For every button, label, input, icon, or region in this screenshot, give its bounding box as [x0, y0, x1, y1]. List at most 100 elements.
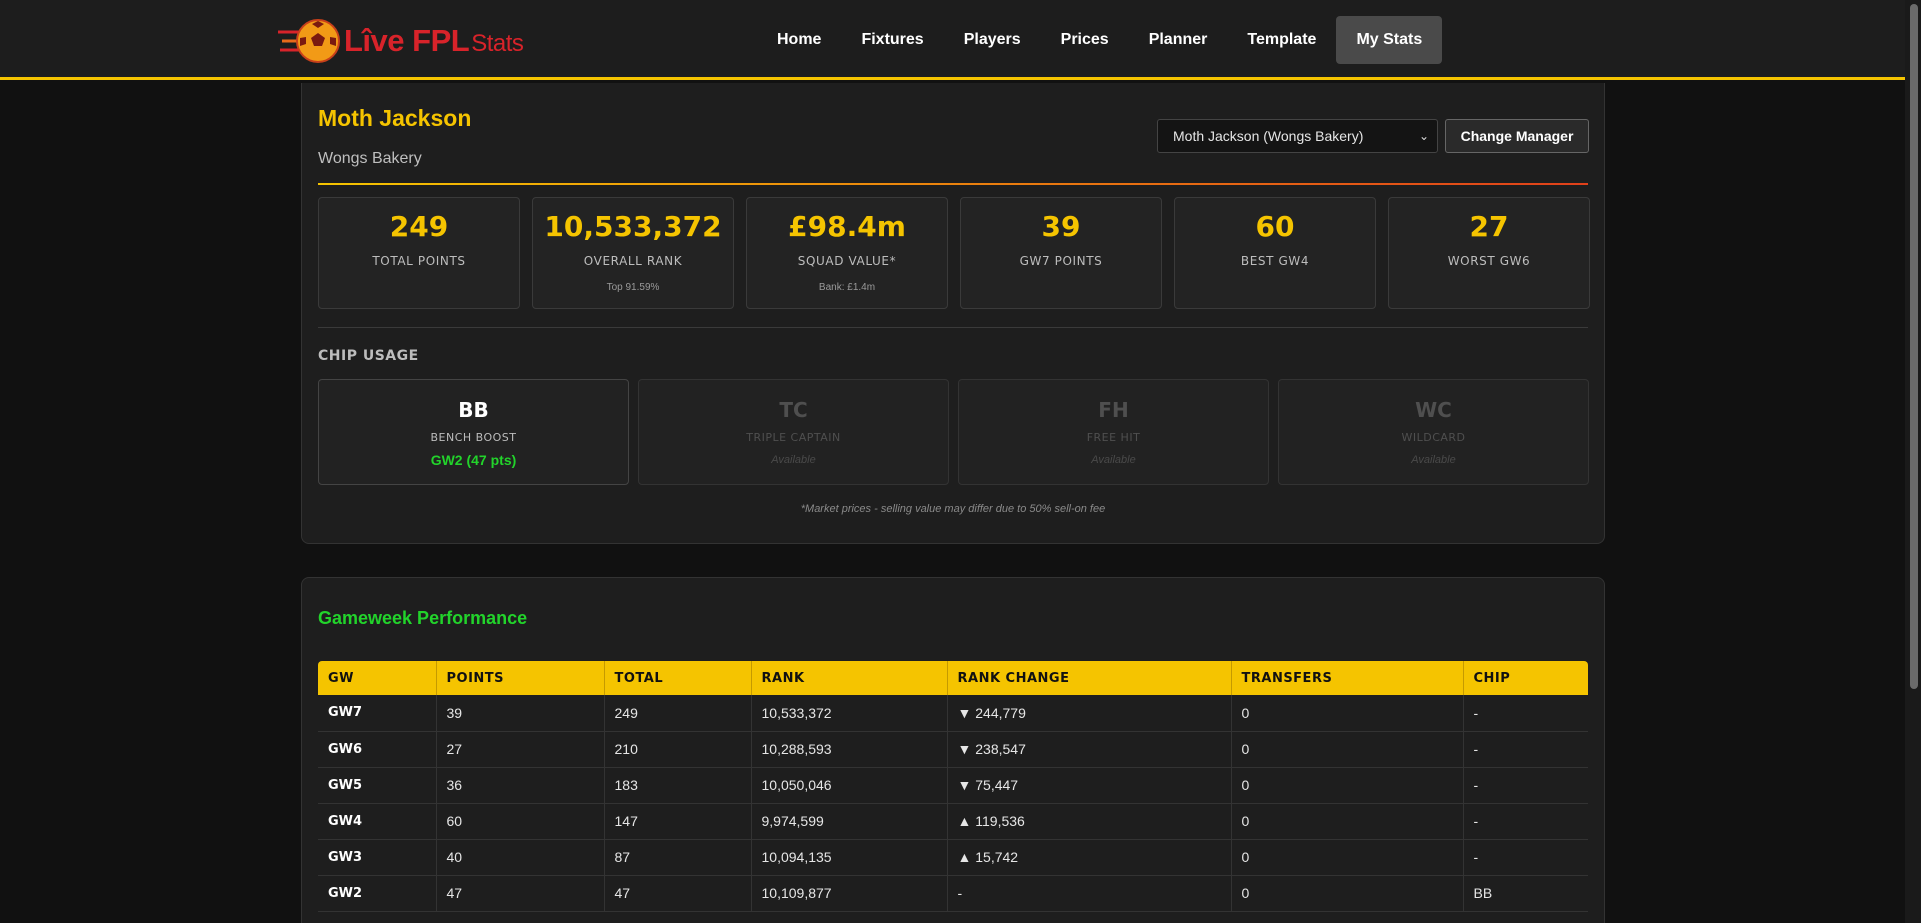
stat-label: TOTAL POINTS: [372, 254, 466, 268]
nav-prices[interactable]: Prices: [1041, 16, 1129, 64]
column-header[interactable]: TOTAL: [604, 661, 752, 695]
nav-fixtures[interactable]: Fixtures: [841, 16, 943, 64]
chip-free-hit: FH FREE HIT Available: [958, 379, 1269, 485]
chip-name: FREE HIT: [1086, 431, 1141, 444]
manager-summary-card: Moth Jackson Wongs Bakery Moth Jackson (…: [301, 83, 1605, 544]
price-footnote: *Market prices - selling value may diffe…: [800, 503, 1106, 515]
total-cell: 249: [604, 695, 752, 732]
rank-cell: 10,109,877: [751, 875, 948, 912]
stat-total-points: 249 TOTAL POINTS: [318, 197, 520, 309]
nav-template[interactable]: Template: [1227, 16, 1336, 64]
chip-cell: -: [1463, 731, 1588, 768]
stat-label: WORST GW6: [1447, 254, 1531, 268]
manager-select-value: Moth Jackson (Wongs Bakery): [1173, 128, 1364, 144]
table-row: GW7 39 249 10,533,372 ▼ 244,779 0 -: [318, 695, 1588, 732]
chevron-down-icon: ⌄: [1418, 129, 1429, 143]
stat-value: £98.4m: [788, 210, 906, 243]
arrow-down-icon: ▼: [957, 704, 976, 721]
gameweek-table: GW POINTS TOTAL RANK RANK CHANGE TRANSFE…: [318, 661, 1588, 912]
scrollbar-thumb[interactable]: [1910, 4, 1918, 689]
chip-name: TRIPLE CAPTAIN: [746, 431, 841, 444]
site-logo[interactable]: Lîve FPLStats: [278, 16, 524, 66]
rank-cell: 10,094,135: [751, 839, 948, 876]
nav-planner[interactable]: Planner: [1129, 16, 1228, 64]
table-row: GW4 60 147 9,974,599 ▲ 119,536 0 -: [318, 803, 1588, 840]
rank-change-cell: ▼ 75,447: [947, 767, 1232, 804]
chip-code: BB: [458, 398, 489, 422]
rank-change-cell: ▲ 15,742: [947, 839, 1232, 876]
chip-code: FH: [1098, 398, 1129, 422]
stat-value: 27: [1469, 210, 1509, 243]
transfers-cell: 0: [1231, 695, 1464, 732]
transfers-cell: 0: [1231, 803, 1464, 840]
rank-cell: 10,050,046: [751, 767, 948, 804]
gw-cell: GW4: [318, 803, 437, 840]
arrow-down-icon: ▼: [957, 741, 976, 757]
chip-name: BENCH BOOST: [430, 431, 517, 444]
chip-status: Available: [1091, 454, 1136, 466]
column-header[interactable]: RANK: [751, 661, 948, 695]
gw-cell: GW7: [318, 695, 437, 732]
chip-code: WC: [1415, 398, 1452, 422]
header-divider: [318, 183, 1588, 185]
chip-status: GW2 (47 pts): [430, 452, 517, 468]
stat-subtext: Bank: £1.4m: [818, 282, 876, 293]
stat-value: 39: [1041, 210, 1081, 243]
total-cell: 183: [604, 767, 752, 804]
stat-label: OVERALL RANK: [583, 254, 683, 268]
arrow-down-icon: ▼: [957, 777, 976, 793]
total-cell: 147: [604, 803, 752, 840]
gw-cell: GW5: [318, 767, 437, 804]
change-manager-button[interactable]: Change Manager: [1445, 119, 1589, 153]
manager-select[interactable]: Moth Jackson (Wongs Bakery) ⌄: [1157, 119, 1438, 153]
stat-value: 60: [1255, 210, 1295, 243]
stat-value: 249: [389, 210, 449, 243]
rank-change-cell: -: [947, 875, 1232, 912]
column-header[interactable]: POINTS: [436, 661, 605, 695]
gw-cell: GW6: [318, 731, 437, 768]
section-divider: [318, 327, 1588, 328]
nav-my-stats[interactable]: My Stats: [1336, 16, 1443, 64]
top-navbar: Lîve FPLStats Home Fixtures Players Pric…: [0, 0, 1905, 80]
gw-cell: GW3: [318, 839, 437, 876]
rank-change-value: 119,536: [975, 813, 1025, 829]
arrow-up-icon: ▲: [957, 849, 976, 865]
table-row: GW6 27 210 10,288,593 ▼ 238,547 0 -: [318, 731, 1588, 768]
total-cell: 87: [604, 839, 752, 876]
nav-home[interactable]: Home: [757, 16, 841, 64]
main-nav: Home Fixtures Players Prices Planner Tem…: [757, 16, 1443, 64]
transfers-cell: 0: [1231, 875, 1464, 912]
transfers-cell: 0: [1231, 839, 1464, 876]
points-cell: 27: [436, 731, 605, 768]
points-cell: 60: [436, 803, 605, 840]
page-scrollbar[interactable]: [1905, 0, 1921, 923]
stat-best-gw: 60 BEST GW4: [1174, 197, 1376, 309]
gameweek-title: Gameweek Performance: [318, 608, 528, 628]
chip-usage-list: BB BENCH BOOST GW2 (47 pts) TC TRIPLE CA…: [318, 379, 1589, 485]
chip-code: TC: [779, 398, 808, 422]
manager-name: Moth Jackson: [318, 105, 472, 131]
table-header-row: GW POINTS TOTAL RANK RANK CHANGE TRANSFE…: [318, 661, 1588, 695]
column-header[interactable]: CHIP: [1463, 661, 1588, 695]
column-header[interactable]: RANK CHANGE: [947, 661, 1232, 695]
stat-label: SQUAD VALUE*: [797, 254, 897, 268]
stat-worst-gw: 27 WORST GW6: [1388, 197, 1590, 309]
gameweek-performance-card: Gameweek Performance GW POINTS TOTAL RAN…: [301, 577, 1605, 923]
table-row: GW5 36 183 10,050,046 ▼ 75,447 0 -: [318, 767, 1588, 804]
stat-squad-value: £98.4m SQUAD VALUE* Bank: £1.4m: [746, 197, 948, 309]
points-cell: 36: [436, 767, 605, 804]
stat-gw-points: 39 GW7 POINTS: [960, 197, 1162, 309]
nav-players[interactable]: Players: [944, 16, 1041, 64]
chip-triple-captain: TC TRIPLE CAPTAIN Available: [638, 379, 949, 485]
points-cell: 39: [436, 695, 605, 732]
stat-value: 10,533,372: [544, 210, 722, 243]
rank-cell: 9,974,599: [751, 803, 948, 840]
team-name: Wongs Bakery: [318, 150, 422, 167]
rank-change-value: 75,447: [975, 777, 1019, 793]
stat-overall-rank: 10,533,372 OVERALL RANK Top 91.59%: [532, 197, 734, 309]
chip-cell: -: [1463, 767, 1588, 804]
column-header[interactable]: TRANSFERS: [1231, 661, 1464, 695]
rank-cell: 10,533,372: [751, 695, 948, 732]
table-row: GW2 47 47 10,109,877 - 0 BB: [318, 875, 1588, 912]
column-header[interactable]: GW: [318, 661, 437, 695]
